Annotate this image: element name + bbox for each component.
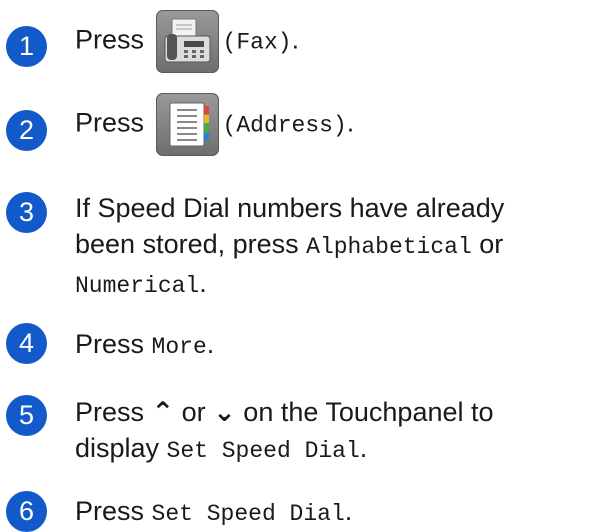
step-number: 2 bbox=[6, 110, 47, 151]
address-book-icon bbox=[169, 102, 209, 147]
step-number: 3 bbox=[6, 192, 47, 233]
step-text: Press bbox=[75, 24, 145, 55]
step-text-line: Press ⌃ or ⌄ on the Touchpanel to bbox=[75, 397, 494, 427]
set-speed-dial-option: Set Speed Dial bbox=[151, 501, 345, 527]
step-text-line: Numerical. bbox=[75, 268, 207, 299]
step-text: Press bbox=[75, 496, 152, 526]
address-button[interactable] bbox=[155, 93, 219, 156]
step-number: 1 bbox=[6, 26, 47, 67]
step-number: 5 bbox=[6, 395, 47, 436]
step-text-line: If Speed Dial numbers have already bbox=[75, 193, 505, 223]
alphabetical-option: Alphabetical bbox=[306, 234, 472, 260]
fax-label: (Fax) bbox=[222, 29, 292, 56]
address-label: (Address) bbox=[222, 112, 347, 139]
fax-icon bbox=[164, 18, 211, 63]
fax-button[interactable] bbox=[155, 10, 219, 73]
set-speed-dial-option: Set Speed Dial bbox=[166, 438, 360, 464]
numerical-option: Numerical bbox=[75, 273, 200, 299]
step-text: Press bbox=[75, 329, 152, 359]
step-number: 4 bbox=[6, 323, 47, 364]
step-number: 6 bbox=[6, 491, 47, 532]
up-arrow-icon: ⌃ bbox=[151, 397, 175, 427]
down-arrow-icon: ⌄ bbox=[213, 397, 236, 427]
more-option: More bbox=[151, 334, 207, 360]
step-text-line: display Set Speed Dial. bbox=[75, 433, 368, 464]
step-text-line: been stored, press Alphabetical or bbox=[75, 229, 504, 260]
step-text: Press bbox=[75, 107, 145, 138]
